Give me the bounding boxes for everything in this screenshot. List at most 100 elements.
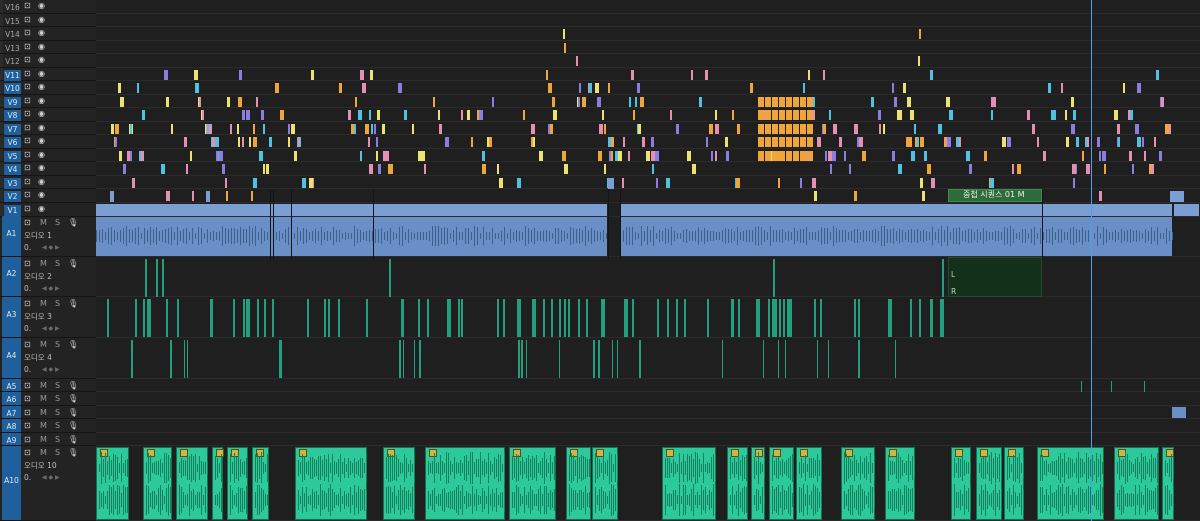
video-clip[interactable]	[807, 137, 813, 147]
video-clip[interactable]	[1132, 164, 1135, 174]
video-clip[interactable]	[913, 123, 916, 134]
video-clip[interactable]	[786, 96, 792, 107]
film-toggle-icon[interactable]: ⊡	[24, 136, 31, 146]
video-clip[interactable]	[800, 123, 806, 134]
audio-clip[interactable]	[400, 299, 403, 337]
microphone-icon[interactable]: 🎙	[68, 218, 78, 228]
video-clip[interactable]	[376, 110, 380, 120]
audio-clip[interactable]	[577, 299, 580, 337]
a10-audio-clip[interactable]	[727, 447, 748, 520]
video-clip[interactable]	[1117, 137, 1120, 147]
video-clip[interactable]	[945, 96, 950, 107]
keyframe-navigation-icon[interactable]: ◀ ◆ ▶	[42, 366, 60, 373]
audio-clip[interactable]	[773, 259, 776, 297]
video-clip[interactable]	[799, 177, 802, 188]
a10-audio-clip[interactable]	[295, 447, 367, 520]
audio-clip[interactable]	[1111, 381, 1112, 392]
a10-audio-clip[interactable]	[1004, 447, 1024, 520]
video-clip[interactable]	[779, 110, 785, 120]
keyframe-navigation-icon[interactable]: ◀ ◆ ▶	[42, 244, 60, 251]
video-clip[interactable]	[1052, 110, 1056, 120]
film-toggle-icon[interactable]: ⊡	[24, 69, 31, 79]
video-clip[interactable]	[553, 110, 558, 120]
video-clip[interactable]	[262, 164, 265, 174]
timeline-panel[interactable]: 중첩 시퀀스 01 MLR	[96, 0, 1200, 521]
video-clip[interactable]	[651, 164, 654, 174]
video-clip[interactable]	[758, 96, 764, 107]
track-target-a6[interactable]: A6	[2, 392, 21, 405]
video-clip[interactable]	[927, 164, 932, 174]
video-clip[interactable]	[183, 137, 187, 147]
video-clip[interactable]	[381, 123, 385, 134]
video-clip[interactable]	[807, 110, 813, 120]
video-clip[interactable]	[772, 110, 778, 120]
video-clip[interactable]	[772, 137, 778, 147]
track-volume[interactable]: 0.	[24, 473, 31, 482]
video-clip[interactable]	[438, 110, 441, 120]
video-clip[interactable]	[588, 83, 592, 93]
a10-audio-clip[interactable]	[885, 447, 915, 520]
video-clip[interactable]	[166, 191, 171, 201]
video-clip[interactable]	[418, 150, 422, 161]
a10-audio-clip[interactable]	[96, 447, 129, 520]
eye-icon[interactable]: ◉	[38, 190, 45, 200]
video-clip[interactable]	[918, 56, 920, 66]
track-target-v10[interactable]: V10	[4, 83, 21, 94]
audio-clip[interactable]	[460, 299, 463, 337]
video-clip[interactable]	[378, 164, 382, 174]
audio-clip[interactable]	[503, 299, 506, 337]
video-clip[interactable]	[1129, 150, 1133, 161]
video-clip[interactable]	[765, 137, 771, 147]
video-clip[interactable]	[598, 150, 603, 161]
video-clip[interactable]	[779, 123, 785, 134]
video-clip[interactable]	[119, 96, 124, 107]
eye-icon[interactable]: ◉	[38, 1, 45, 11]
video-clip[interactable]	[765, 150, 771, 161]
video-clip[interactable]	[779, 137, 785, 147]
video-clip[interactable]	[1065, 110, 1068, 120]
video-clip[interactable]	[373, 123, 376, 134]
track-target-v9[interactable]: V9	[4, 96, 21, 108]
video-clip[interactable]	[266, 164, 270, 174]
audio-clip[interactable]	[542, 299, 545, 337]
video-clip[interactable]	[1026, 110, 1030, 120]
video-clip[interactable]	[772, 150, 778, 161]
video-clip[interactable]	[375, 137, 378, 147]
track-target-v5[interactable]: V5	[4, 150, 21, 162]
audio-clip[interactable]	[707, 299, 710, 337]
video-clip[interactable]	[849, 164, 852, 174]
a10-audio-clip[interactable]	[841, 447, 875, 520]
mute-button[interactable]: M	[40, 421, 47, 431]
video-clip[interactable]	[308, 177, 313, 188]
audio-clip[interactable]	[233, 299, 236, 337]
mute-button[interactable]: M	[40, 259, 47, 269]
audio-clip[interactable]	[814, 299, 817, 337]
video-clip[interactable]	[531, 123, 536, 134]
film-toggle-icon[interactable]: ⊡	[24, 408, 31, 418]
video-clip[interactable]	[263, 123, 266, 134]
video-clip[interactable]	[989, 177, 994, 188]
video-clip[interactable]	[562, 150, 567, 161]
audio-clip[interactable]	[558, 340, 561, 378]
video-clip[interactable]	[355, 96, 358, 107]
eye-icon[interactable]: ◉	[38, 163, 45, 173]
video-clip[interactable]	[497, 164, 500, 174]
keyframe-navigation-icon[interactable]: ◀ ◆ ▶	[42, 325, 60, 332]
video-clip[interactable]	[838, 137, 842, 147]
a10-audio-clip[interactable]	[976, 447, 1002, 520]
video-clip[interactable]	[604, 164, 607, 174]
video-clip[interactable]	[622, 137, 625, 147]
video-clip[interactable]	[194, 69, 199, 80]
film-toggle-icon[interactable]: ⊡	[24, 82, 31, 92]
video-clip[interactable]	[140, 150, 144, 161]
audio-clip[interactable]	[155, 259, 158, 297]
video-clip[interactable]	[1085, 164, 1090, 174]
track-target-v15[interactable]: V15	[4, 16, 21, 27]
video-clip[interactable]	[347, 110, 351, 120]
film-toggle-icon[interactable]: ⊡	[24, 150, 31, 160]
video-clip[interactable]	[750, 83, 754, 93]
video-clip[interactable]	[1031, 123, 1035, 134]
video-clip[interactable]	[219, 150, 224, 161]
video-clip[interactable]	[833, 123, 838, 134]
video-clip[interactable]	[371, 123, 374, 134]
